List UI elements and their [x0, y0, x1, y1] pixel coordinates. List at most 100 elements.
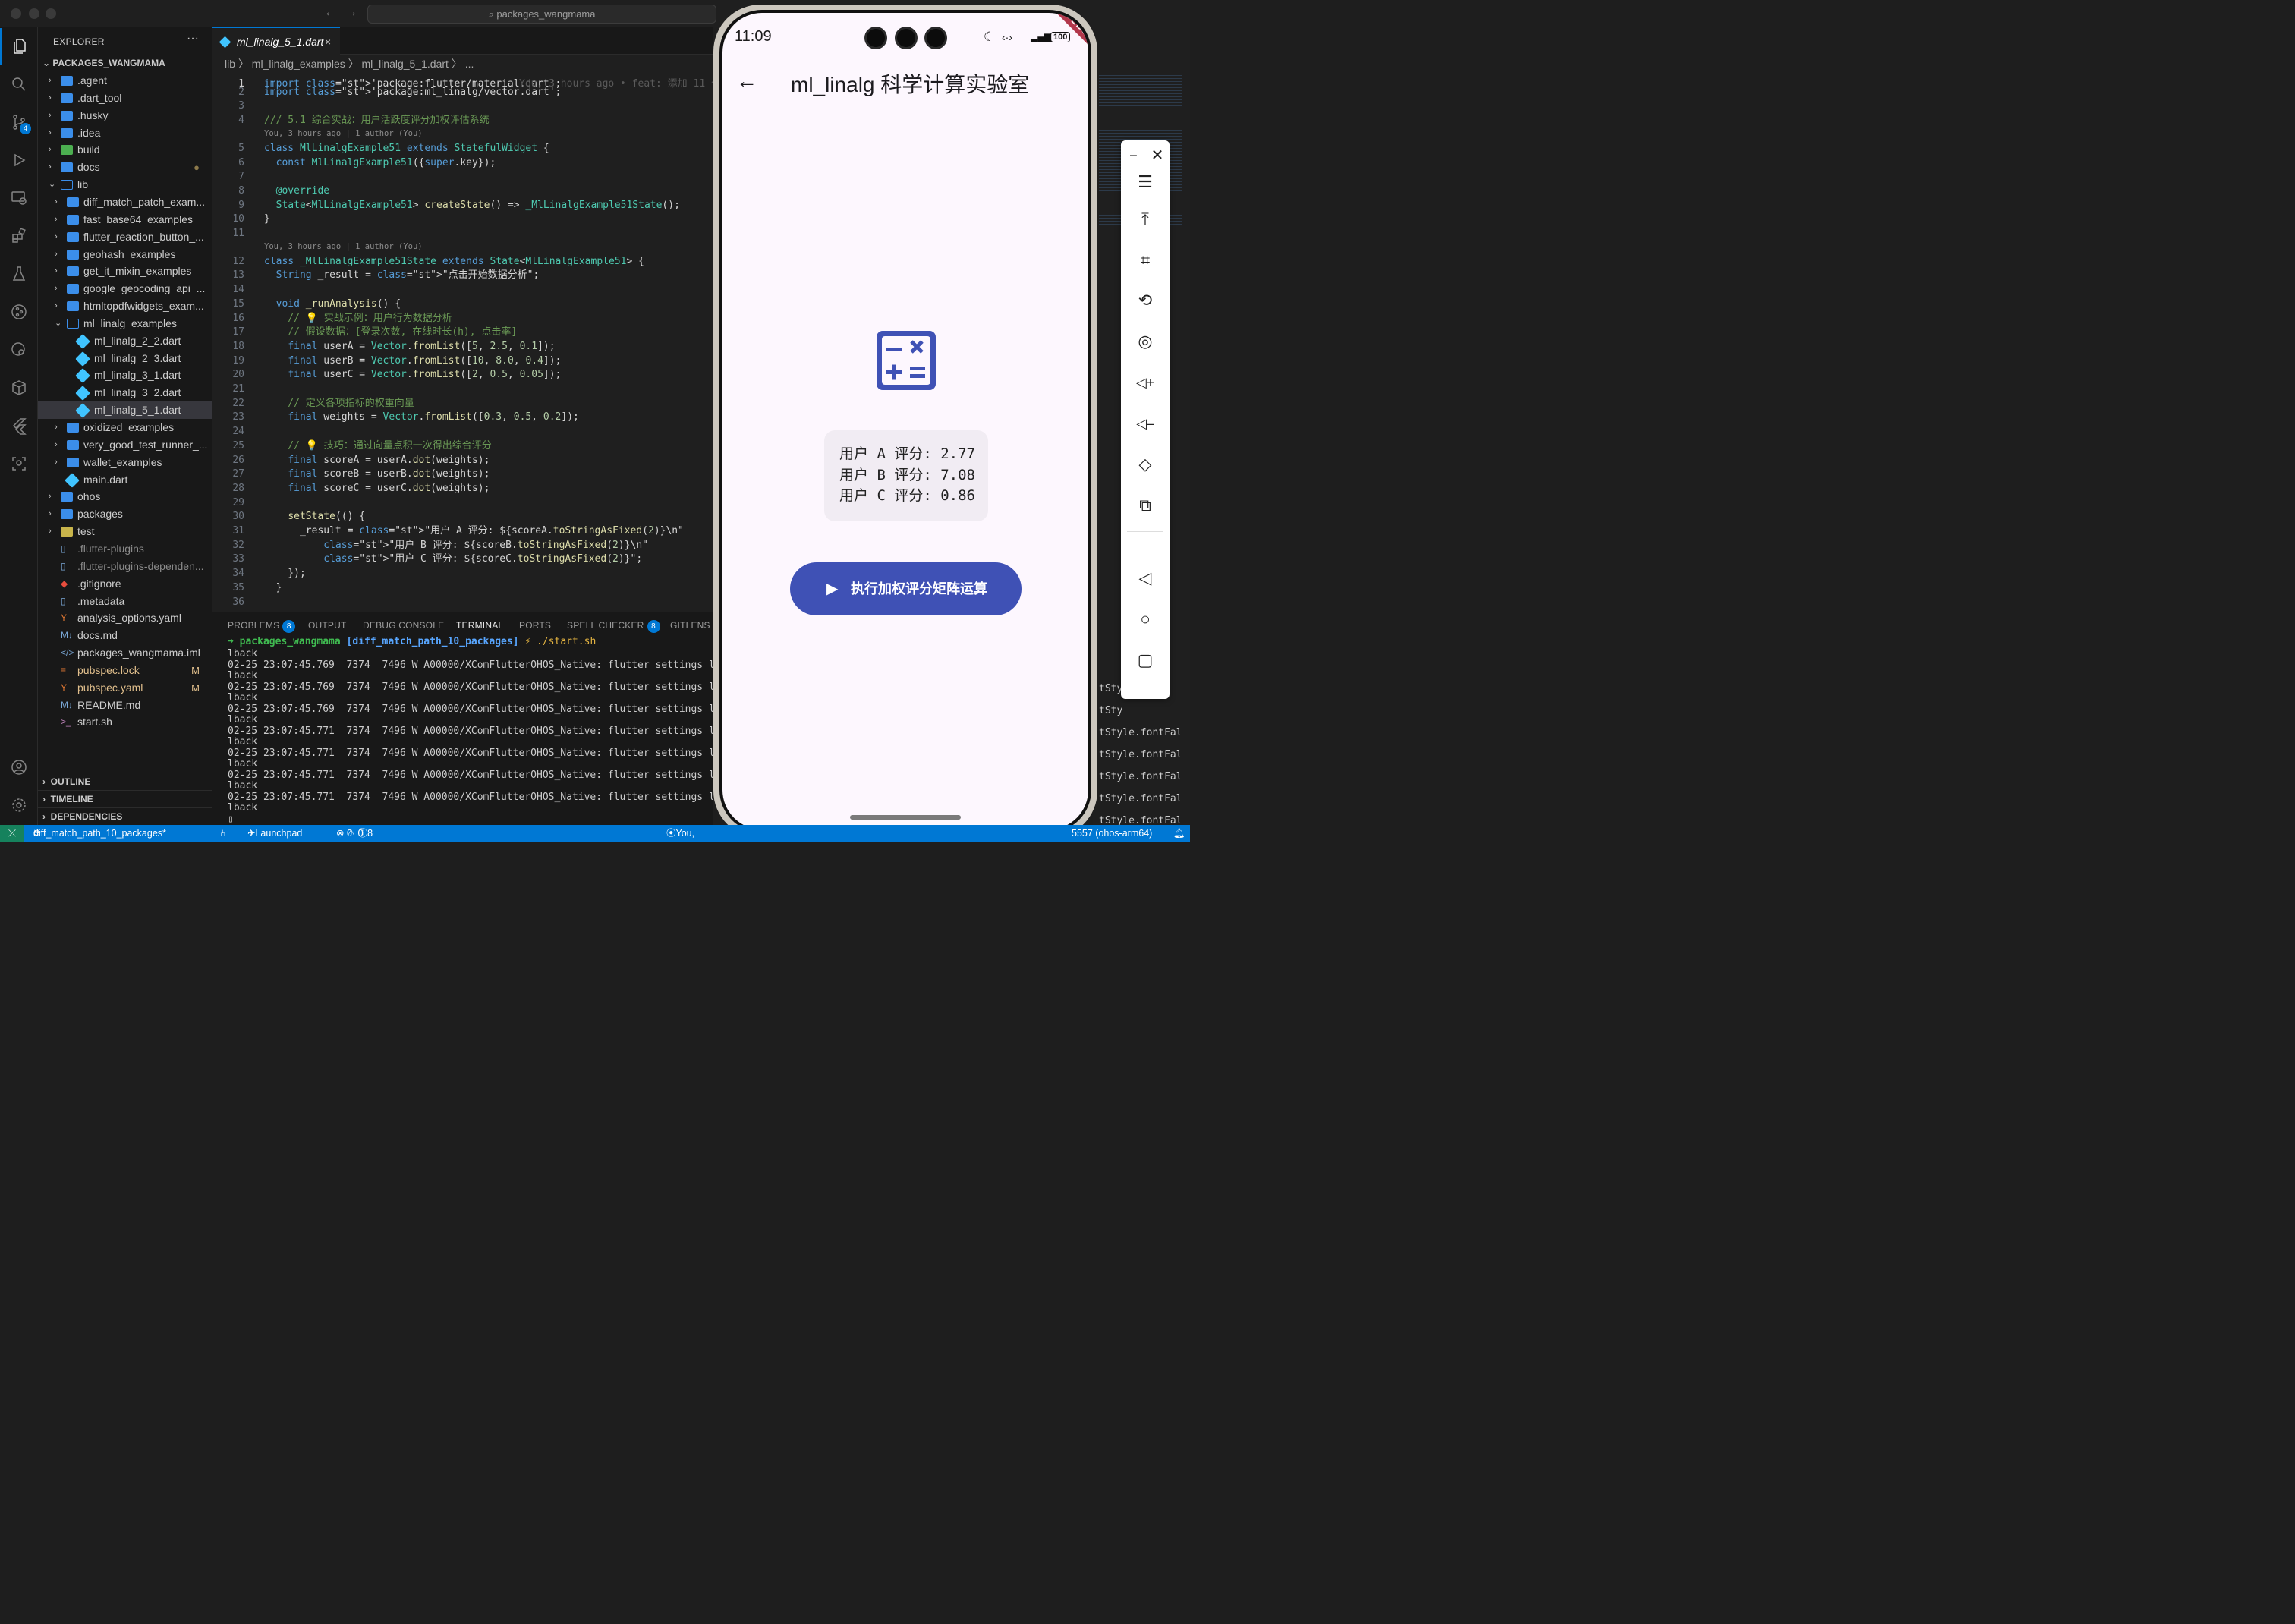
code-line[interactable]: 10}: [212, 212, 713, 227]
tree-item[interactable]: ml_linalg_5_1.dart: [38, 401, 212, 420]
tree-item[interactable]: › packages: [38, 505, 212, 523]
tree-item[interactable]: ml_linalg_3_1.dart: [38, 367, 212, 384]
code-line[interactable]: 35 }: [212, 581, 713, 596]
code-line[interactable]: 32 class="st">"用户 B 评分: ${scoreB.toStrin…: [212, 539, 713, 553]
panel-tab-output[interactable]: OUTPUT: [308, 620, 347, 631]
code-line[interactable]: 7: [212, 170, 713, 184]
code-view[interactable]: You, 3 hours ago | 1 author (You)1import…: [212, 71, 713, 612]
code-line[interactable]: 15 void _runAnalysis() {: [212, 297, 713, 312]
back-arrow-icon[interactable]: ←: [736, 69, 757, 93]
code-line[interactable]: 27 final scoreB = userB.dot(weights);: [212, 467, 713, 482]
source-control-icon[interactable]: 4: [0, 104, 38, 140]
code-line[interactable]: 19 final userB = Vector.fromList([10, 8.…: [212, 354, 713, 369]
code-line[interactable]: 6 const MlLinalgExample51({super.key});: [212, 156, 713, 171]
terminal-output[interactable]: lback 02-25 23:07:45.769 7374 7496 W A000…: [212, 649, 713, 825]
tree-item[interactable]: ≡ pubspec.lock M: [38, 662, 212, 679]
timeline-section[interactable]: › TIMELINE: [38, 790, 212, 807]
tree-item[interactable]: ◆ .gitignore: [38, 575, 212, 593]
branch-indicator[interactable]: ⑂ diff_match_path_10_packages* ⟳: [33, 825, 166, 842]
panel-tab-terminal[interactable]: TERMINAL: [456, 620, 504, 634]
settings-gear-icon[interactable]: [0, 787, 38, 823]
panel-tab-debug-console[interactable]: DEBUG CONSOLE: [363, 620, 444, 631]
home-indicator[interactable]: [850, 815, 961, 820]
menu-icon[interactable]: ☰: [1121, 167, 1170, 197]
crop-icon[interactable]: ⌗: [1121, 245, 1170, 275]
code-line[interactable]: 22 // 定义各项指标的权重向量: [212, 397, 713, 411]
panel-tab-gitlens[interactable]: GITLENS: [670, 620, 710, 631]
code-line[interactable]: 17 // 假设数据：[登录次数, 在线时长(h), 点击率]: [212, 326, 713, 340]
more-actions-icon[interactable]: ···: [187, 32, 199, 46]
minimize-window-button[interactable]: [29, 8, 39, 19]
code-line[interactable]: 29: [212, 496, 713, 511]
problems-indicator[interactable]: ⊗ 0 ⚠ 0 ⓘ 8: [336, 825, 373, 842]
close-tab-icon[interactable]: ×: [325, 28, 331, 55]
tree-item[interactable]: › flutter_reaction_button_...: [38, 228, 212, 246]
device-status[interactable]: 5557 (ohos-arm64): [1072, 825, 1152, 842]
tree-item[interactable]: main.dart: [38, 471, 212, 489]
code-line[interactable]: 25 // 💡 技巧：通过向量点积一次得出综合评分: [212, 439, 713, 454]
command-center-search[interactable]: ⌕ packages_wangmama: [367, 5, 716, 24]
tree-item[interactable]: Yanalysis_options.yaml: [38, 609, 212, 627]
dependencies-section[interactable]: › DEPENDENCIES: [38, 807, 212, 825]
tree-item[interactable]: ml_linalg_2_3.dart: [38, 350, 212, 367]
panel-tab-spell-checker[interactable]: SPELL CHECKER 8: [567, 620, 660, 633]
containers-icon[interactable]: [0, 370, 38, 406]
tree-item[interactable]: › .agent: [38, 72, 212, 90]
tree-item[interactable]: ⌄ ml_linalg_examples: [38, 315, 212, 332]
code-line[interactable]: 23 final weights = Vector.fromList([0.3,…: [212, 411, 713, 425]
code-line[interactable]: 8 @override: [212, 184, 713, 199]
tree-item[interactable]: </> packages_wangmama.iml: [38, 644, 212, 662]
pin-off-icon[interactable]: ⤒: [1121, 204, 1170, 234]
code-line[interactable]: 21: [212, 382, 713, 397]
volume-down-icon[interactable]: ◁–: [1121, 408, 1170, 439]
tree-item[interactable]: › very_good_test_runner_...: [38, 436, 212, 454]
code-line[interactable]: 18 final userA = Vector.fromList([5, 2.5…: [212, 340, 713, 354]
code-line[interactable]: 12 class _MlLinalgExample51State extends …: [212, 255, 713, 269]
tab-ml-linalg-5-1[interactable]: ml_linalg_5_1.dart ×: [212, 27, 340, 55]
rotate-icon[interactable]: ⟲: [1121, 285, 1170, 316]
code-lens-blame[interactable]: You, 3 hours ago | 1 author (You): [264, 241, 423, 253]
blame-status[interactable]: ⦿ You, 3 hours a: [666, 825, 694, 842]
screenshot-icon[interactable]: ◎: [1121, 326, 1170, 357]
tree-item[interactable]: ▯ .flutter-plugins: [38, 540, 212, 558]
tree-item[interactable]: › .dart_tool: [38, 90, 212, 107]
code-line[interactable]: 36: [212, 596, 713, 610]
tree-item[interactable]: › wallet_examples: [38, 454, 212, 471]
tree-item[interactable]: Ypubspec.yaml M: [38, 679, 212, 697]
close-window-button[interactable]: [11, 8, 21, 19]
nav-recent-square-icon[interactable]: ▢: [1121, 645, 1170, 675]
tree-item[interactable]: › build: [38, 141, 212, 159]
tree-item[interactable]: M↓ docs.md: [38, 627, 212, 644]
nav-back-icon[interactable]: ←: [324, 6, 336, 20]
code-line[interactable]: 3: [212, 99, 713, 114]
tree-item[interactable]: >_ start.sh: [38, 713, 212, 731]
code-line[interactable]: 33 class="st">"用户 C 评分: ${scoreC.toStrin…: [212, 552, 713, 567]
tree-item[interactable]: ml_linalg_2_2.dart: [38, 332, 212, 350]
zoom-window-button[interactable]: [46, 8, 56, 19]
code-line[interactable]: 26 final scoreA = userA.dot(weights);: [212, 454, 713, 468]
code-line[interactable]: 20 final userC = Vector.fromList([2, 0.5…: [212, 368, 713, 382]
run-analysis-button[interactable]: ▶ 执行加权评分矩阵运算: [790, 562, 1022, 615]
extensions-icon[interactable]: [0, 218, 38, 254]
tree-item[interactable]: › geohash_examples: [38, 246, 212, 263]
tree-item[interactable]: › test: [38, 523, 212, 540]
tree-item[interactable]: › diff_match_patch_exam...: [38, 194, 212, 211]
tree-item[interactable]: ml_linalg_3_2.dart: [38, 384, 212, 401]
code-line[interactable]: 30 setState(() {: [212, 510, 713, 524]
code-line[interactable]: 2 import class="st">'package:ml_linalg/ve…: [212, 86, 713, 100]
search-icon[interactable]: [0, 66, 38, 102]
nav-forward-icon[interactable]: →: [345, 6, 357, 20]
tree-item[interactable]: › google_geocoding_api_...: [38, 280, 212, 297]
close-icon[interactable]: ✕: [1145, 140, 1170, 171]
flutter-icon[interactable]: [0, 408, 38, 444]
rotate-device-icon[interactable]: ◇: [1121, 449, 1170, 480]
scan-icon[interactable]: [0, 445, 38, 482]
tree-item[interactable]: ▯ .flutter-plugins-dependen...: [38, 558, 212, 575]
code-line[interactable]: 13 String _result = class="st">"点击开始数据分析…: [212, 269, 713, 283]
workspace-root[interactable]: ⌄ PACKAGES_WANGMAMA: [42, 58, 165, 68]
remote-indicator-icon[interactable]: ⤫: [0, 825, 24, 842]
code-line[interactable]: 5 class MlLinalgExample51 extends Statefu…: [212, 142, 713, 156]
tree-item[interactable]: › .idea: [38, 124, 212, 142]
tree-item[interactable]: ⌄ lib: [38, 176, 212, 194]
code-line[interactable]: 11: [212, 227, 713, 241]
